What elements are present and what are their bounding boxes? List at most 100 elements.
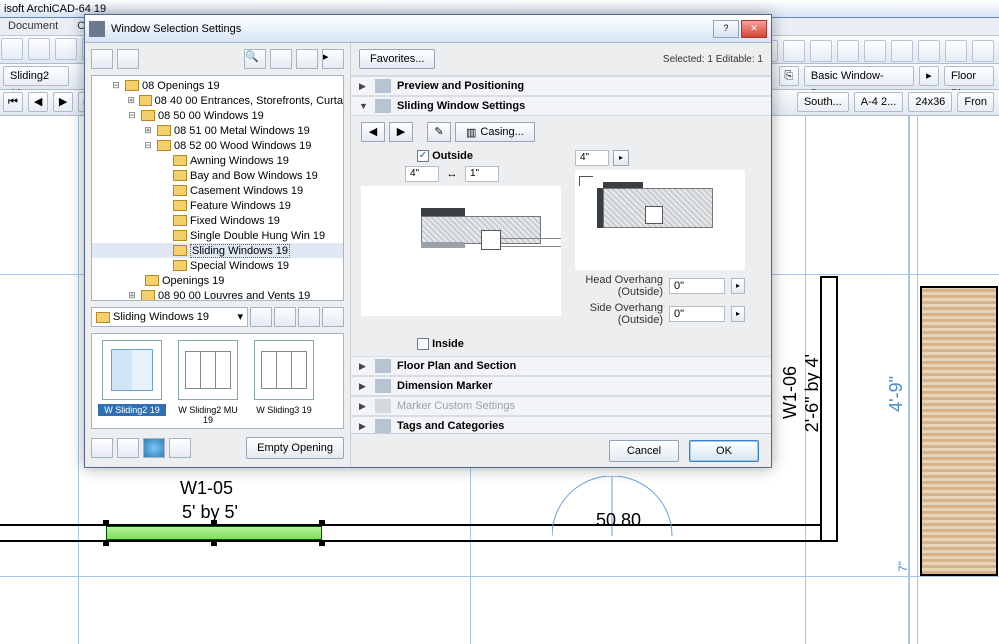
outside-checkbox[interactable]	[417, 150, 429, 162]
library-panel: 🔍 ▸ ⊟08 Openings 19 ⊞08 40 00 Entrances,…	[85, 43, 351, 467]
inside-label: Inside	[432, 338, 464, 350]
view-list-icon[interactable]	[274, 307, 296, 327]
tree-node[interactable]: Fixed Windows 19	[190, 215, 280, 227]
expand-icon: ▶	[359, 361, 369, 372]
nav-next-icon[interactable]: ▶	[53, 92, 73, 112]
casing-dropdown[interactable]: ▥ Casing...	[455, 122, 535, 142]
wall-line	[0, 540, 820, 542]
section-icon	[375, 79, 391, 93]
tab-south[interactable]: South...	[797, 92, 849, 112]
tab-a4[interactable]: A-4 2...	[854, 92, 903, 112]
search-icon[interactable]: 🔍	[244, 49, 266, 69]
toolbar-button[interactable]	[55, 38, 77, 60]
toolbar-button[interactable]	[1, 38, 23, 60]
inside-checkbox[interactable]	[417, 338, 429, 350]
selection-handle[interactable]	[103, 520, 109, 526]
ok-button[interactable]: OK	[689, 440, 759, 462]
floor-plan-button[interactable]: Floor Pla	[944, 66, 994, 86]
favorites-button[interactable]: Favorites...	[359, 49, 435, 69]
head-overhang-field[interactable]: 0"	[669, 278, 725, 294]
thumbnail-item[interactable]: W Sliding2 19	[98, 340, 166, 422]
library-view-button[interactable]	[117, 49, 139, 69]
toolbar-button[interactable]	[864, 40, 886, 62]
tree-node[interactable]: Casement Windows 19	[190, 185, 303, 197]
tree-node[interactable]: 08 51 00 Metal Windows 19	[174, 125, 310, 137]
tree-node[interactable]: 08 40 00 Entrances, Storefronts, Curta	[155, 95, 343, 107]
view-detail-icon[interactable]	[322, 307, 344, 327]
thumbnail-item[interactable]: W Sliding3 19	[250, 340, 318, 422]
toolbar-button[interactable]	[810, 40, 832, 62]
dim-field[interactable]: 4"	[405, 166, 439, 182]
element-name-field[interactable]: Sliding2 19	[3, 66, 69, 86]
tool-icon[interactable]	[117, 438, 139, 458]
page-next-button[interactable]: ▶	[389, 122, 413, 142]
library-view-button[interactable]	[91, 49, 113, 69]
toolbar-button[interactable]	[783, 40, 805, 62]
menu-document[interactable]: Document	[0, 18, 66, 34]
tool-icon[interactable]	[169, 438, 191, 458]
toolbar-button[interactable]	[945, 40, 967, 62]
empty-opening-button[interactable]: Empty Opening	[246, 437, 344, 459]
info-button[interactable]: ⎘	[779, 66, 799, 86]
outside-label: Outside	[432, 150, 473, 162]
section-floor-plan[interactable]: ▶ Floor Plan and Section	[351, 356, 771, 376]
tree-node[interactable]: 08 Openings 19	[142, 80, 220, 92]
window-selection-settings-dialog: Window Selection Settings ? ✕ 🔍 ▸ ⊟08 Op…	[84, 14, 772, 468]
dimension-text: 4'-9"	[886, 376, 907, 412]
basic-window-dropdown[interactable]: Basic Window-Doo...	[804, 66, 914, 86]
info-arrow-icon[interactable]: ▸	[919, 66, 939, 86]
up-folder-icon[interactable]	[250, 307, 272, 327]
side-overhang-field[interactable]: 0"	[669, 306, 725, 322]
nav-first-icon[interactable]: ⏮	[3, 92, 23, 112]
tree-node[interactable]: Feature Windows 19	[190, 200, 291, 212]
section-preview-positioning[interactable]: ▶ Preview and Positioning	[351, 76, 771, 96]
globe-icon[interactable]	[143, 438, 165, 458]
nav-prev-icon[interactable]: ◀	[28, 92, 48, 112]
tree-node[interactable]: Single Double Hung Win 19	[190, 230, 325, 242]
view-thumb-icon[interactable]	[298, 307, 320, 327]
section-sliding-window-settings[interactable]: ▼ Sliding Window Settings	[351, 96, 771, 116]
toolbar-button[interactable]	[918, 40, 940, 62]
stepper-icon[interactable]: ▸	[613, 150, 629, 166]
tab-front[interactable]: Fron	[957, 92, 994, 112]
side-overhang-label: Side Overhang (Outside)	[575, 302, 663, 326]
dim-field[interactable]: 1"	[465, 166, 499, 182]
library-thumbnails: W Sliding2 19 W Sliding2 MU 19 W Sliding…	[91, 333, 344, 429]
toolbar-button[interactable]	[891, 40, 913, 62]
toolbar-button[interactable]	[972, 40, 994, 62]
selection-handle[interactable]	[319, 540, 325, 546]
section-dimension-marker[interactable]: ▶ Dimension Marker	[351, 376, 771, 396]
library-tree[interactable]: ⊟08 Openings 19 ⊞08 40 00 Entrances, Sto…	[91, 75, 344, 301]
tree-node[interactable]: 08 52 00 Wood Windows 19	[174, 140, 311, 152]
menu-chevron-icon[interactable]: ▸	[322, 49, 344, 69]
tree-node[interactable]: 08 90 00 Louvres and Vents 19	[158, 290, 310, 302]
library-view-button[interactable]	[270, 49, 292, 69]
tree-node-selected[interactable]: Sliding Windows 19	[190, 244, 290, 258]
tree-node[interactable]: Openings 19	[162, 275, 224, 287]
page-prev-button[interactable]: ◀	[361, 122, 385, 142]
tab-24x36[interactable]: 24x36	[908, 92, 952, 112]
dialog-titlebar[interactable]: Window Selection Settings ? ✕	[85, 15, 771, 43]
selection-handle[interactable]	[211, 540, 217, 546]
tool-icon[interactable]	[91, 438, 113, 458]
help-button[interactable]: ?	[713, 20, 739, 38]
selection-handle[interactable]	[319, 520, 325, 526]
thumbnail-item[interactable]: W Sliding2 MU 19	[174, 340, 242, 422]
close-button[interactable]: ✕	[741, 20, 767, 38]
tree-node[interactable]: Bay and Bow Windows 19	[190, 170, 318, 182]
tree-node[interactable]: 08 50 00 Windows 19	[158, 110, 264, 122]
selection-handle[interactable]	[103, 540, 109, 546]
selected-window[interactable]	[106, 526, 322, 540]
window-dim: 5' by 5'	[182, 502, 238, 523]
page-edit-icon[interactable]: ✎	[427, 122, 451, 142]
folder-path-dropdown[interactable]: Sliding Windows 19 ▾	[91, 307, 248, 327]
library-view-button[interactable]	[296, 49, 318, 69]
toolbar-button[interactable]	[837, 40, 859, 62]
stepper-icon[interactable]: ▸	[731, 278, 745, 294]
tree-node[interactable]: Awning Windows 19	[190, 155, 289, 167]
tree-node[interactable]: Special Windows 19	[190, 260, 289, 272]
dim-field[interactable]: 4"	[575, 150, 609, 166]
stepper-icon[interactable]: ▸	[731, 306, 745, 322]
cancel-button[interactable]: Cancel	[609, 440, 679, 462]
toolbar-button[interactable]	[28, 38, 50, 60]
